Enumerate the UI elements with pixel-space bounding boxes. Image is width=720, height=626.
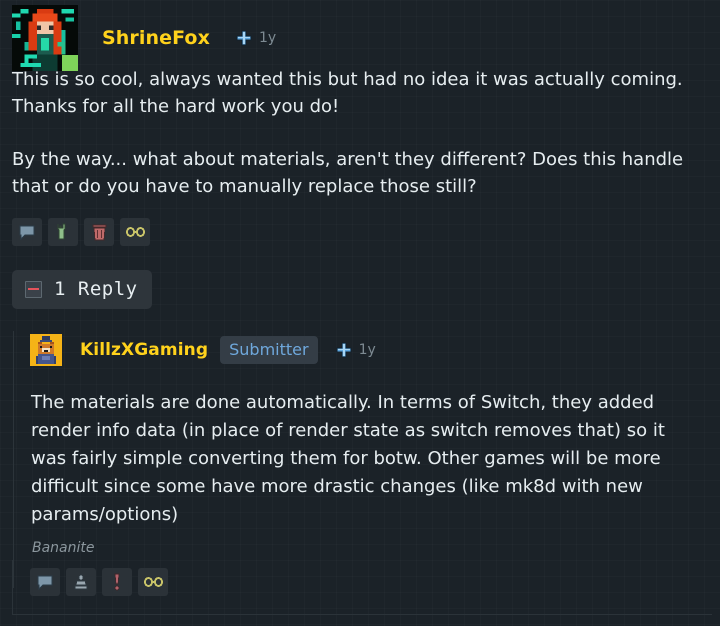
reply-count-label: 1 Reply xyxy=(54,278,138,300)
reply-username[interactable]: KillzXGaming xyxy=(80,340,208,360)
delete-button[interactable] xyxy=(84,218,114,246)
stamp-button[interactable] xyxy=(66,568,96,596)
comment-header: ShrineFox 1y xyxy=(0,0,720,71)
comment-actions xyxy=(0,218,720,246)
reply-button[interactable] xyxy=(12,218,42,246)
thread-left-rule xyxy=(12,560,13,615)
plus-badge-icon xyxy=(336,342,352,358)
permalink-button[interactable] xyxy=(120,218,150,246)
wrench-icon xyxy=(55,223,71,241)
comment-root: ShrineFox 1y This is so cool, always wan… xyxy=(0,0,720,596)
reply-body: The materials are done automatically. In… xyxy=(22,389,720,529)
toggle-replies-button[interactable]: 1 Reply xyxy=(12,270,152,309)
reply-text: The materials are done automatically. In… xyxy=(31,392,665,525)
collapse-minus-icon xyxy=(25,280,42,298)
report-button[interactable] xyxy=(102,568,132,596)
comment-paragraph-2: By the way... what about materials, aren… xyxy=(12,149,684,197)
link-icon xyxy=(143,576,163,588)
reply-icon xyxy=(36,574,54,590)
comment-meta: 1y xyxy=(236,30,276,46)
edit-button[interactable] xyxy=(48,218,78,246)
online-status-indicator xyxy=(62,55,78,71)
avatar[interactable] xyxy=(30,334,62,366)
trash-icon xyxy=(92,223,107,241)
comment-body: This is so cool, always wanted this but … xyxy=(0,66,720,200)
reply-actions xyxy=(22,568,720,596)
report-icon xyxy=(113,573,121,591)
submitter-badge: Submitter xyxy=(220,336,318,364)
comment-username[interactable]: ShrineFox xyxy=(102,27,210,49)
reply-rank-label: Bananite xyxy=(32,540,95,556)
plus-badge-icon xyxy=(236,30,252,46)
reply-button[interactable] xyxy=(30,568,60,596)
thread-line xyxy=(13,331,14,588)
reply-header: KillzXGaming Submitter 1y xyxy=(22,331,720,369)
comment-timestamp: 1y xyxy=(258,30,277,46)
comment-paragraph-1: This is so cool, always wanted this but … xyxy=(12,69,683,117)
permalink-button[interactable] xyxy=(138,568,168,596)
comment-thread: ShrineFox 1y This is so cool, always wan… xyxy=(0,0,720,626)
reply-meta: 1y xyxy=(336,342,376,358)
avatar[interactable] xyxy=(12,5,78,71)
reply-icon xyxy=(18,224,36,240)
link-icon xyxy=(125,226,145,238)
stamp-icon xyxy=(73,573,89,591)
replies-container: KillzXGaming Submitter 1y The materials … xyxy=(0,331,720,596)
bottom-divider xyxy=(12,614,712,615)
reply-timestamp: 1y xyxy=(358,342,376,358)
